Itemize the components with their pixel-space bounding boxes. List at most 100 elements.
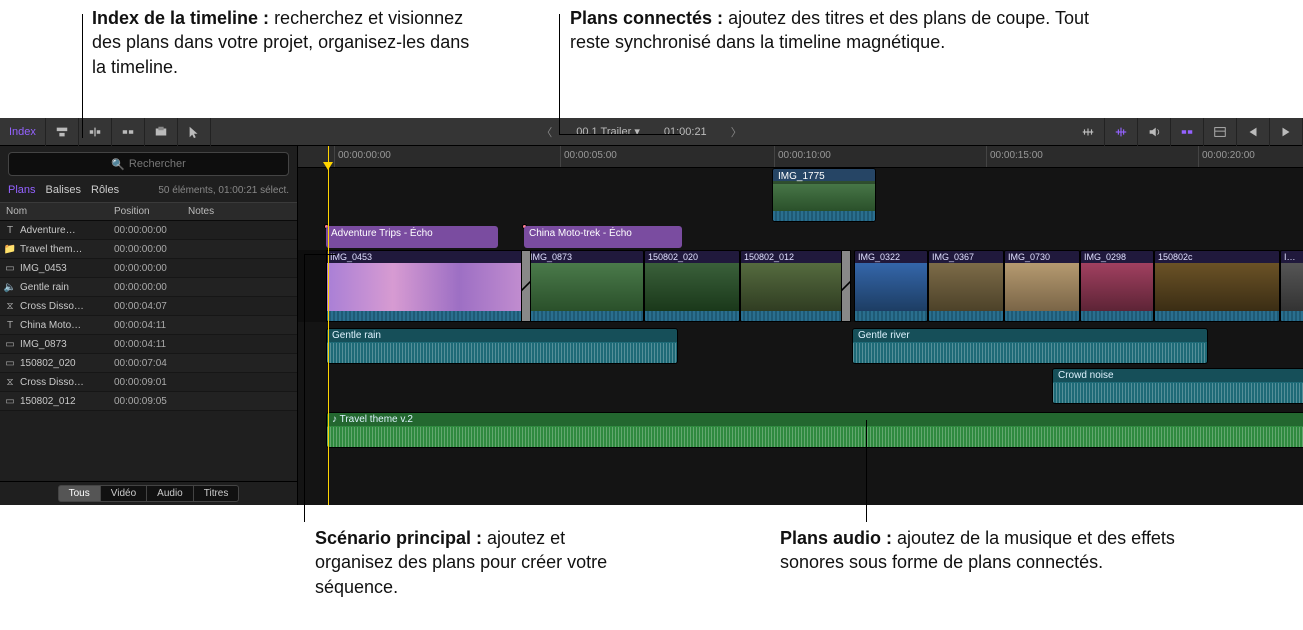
row-type-icon: 📁 [0, 244, 20, 255]
cross-dissolve[interactable] [841, 250, 851, 322]
tab-roles[interactable]: Rôles [91, 184, 119, 196]
primary-clip[interactable]: IMG_0322 [854, 250, 928, 322]
table-row[interactable]: ⧖Cross Disso…00:00:09:01 [0, 373, 297, 392]
clip-label: IMG_1775 [773, 169, 875, 184]
row-position: 00:00:07:04 [108, 358, 182, 369]
callout-connected-clips: Plans connectés : ajoutez des titres et … [570, 6, 1110, 55]
clip-thumbnail [741, 263, 843, 311]
timeline-body[interactable]: IMG_1775 Adventure Trips - Écho China Mot… [298, 168, 1303, 505]
table-row[interactable]: TAdventure…00:00:00:00 [0, 221, 297, 240]
row-position: 00:00:00:00 [108, 225, 182, 236]
primary-clip[interactable]: IMG_0453 [326, 250, 526, 322]
project-title[interactable]: 00.1 Trailer ▾ [576, 125, 640, 138]
insert-clip-icon[interactable] [79, 118, 112, 146]
col-header-position[interactable]: Position [108, 203, 182, 220]
table-row[interactable]: ⧖Cross Disso…00:00:04:07 [0, 297, 297, 316]
prev-edit-icon[interactable]: 〈 [541, 124, 552, 140]
clip-label: ♪ Travel theme v.2 [327, 413, 1303, 426]
clip-thumbnail [1081, 263, 1153, 311]
ruler-tick: 00:00:00:00 [338, 150, 391, 161]
callout-audio-plans: Plans audio : ajoutez de la musique et d… [780, 526, 1200, 575]
playhead[interactable] [328, 168, 329, 505]
row-position: 00:00:00:00 [108, 263, 182, 274]
connected-video-clip[interactable]: IMG_1775 [772, 168, 876, 222]
ruler-tick: 00:00:20:00 [1202, 150, 1255, 161]
playhead-marker[interactable] [328, 146, 329, 168]
tab-plans[interactable]: Plans [8, 184, 36, 196]
primary-clip[interactable]: IMG_0873 [526, 250, 644, 322]
row-type-icon: ⧖ [0, 377, 20, 388]
skimming-icon[interactable] [1072, 118, 1105, 146]
clip-appearance-icon[interactable] [1204, 118, 1237, 146]
next-edit-icon[interactable]: 〉 [731, 124, 742, 140]
snapping-icon[interactable] [1171, 118, 1204, 146]
table-row[interactable]: ▭IMG_045300:00:00:00 [0, 259, 297, 278]
audio-clip[interactable]: ♪ Travel theme v.2 [326, 412, 1303, 448]
solo-icon[interactable] [1138, 118, 1171, 146]
ruler-tick: 00:00:10:00 [778, 150, 831, 161]
col-header-name[interactable]: Nom [0, 203, 108, 220]
primary-clip[interactable]: 150802_012 [740, 250, 844, 322]
table-row[interactable]: 📁Travel them…00:00:00:00 [0, 240, 297, 259]
col-header-notes[interactable]: Notes [182, 203, 297, 220]
table-row[interactable]: 🔈Gentle rain00:00:00:00 [0, 278, 297, 297]
connect-above-icon[interactable] [46, 118, 79, 146]
index-button[interactable]: Index [0, 118, 46, 146]
table-row[interactable]: ▭150802_02000:00:07:04 [0, 354, 297, 373]
timeline-area[interactable]: 00:00:00:0000:00:05:0000:00:10:0000:00:1… [298, 146, 1303, 505]
table-row[interactable]: ▭IMG_087300:00:04:11 [0, 335, 297, 354]
clip-waveform [1281, 311, 1303, 321]
select-tool-icon[interactable] [178, 118, 211, 146]
cross-dissolve[interactable] [521, 250, 531, 322]
row-position: 00:00:09:05 [108, 396, 182, 407]
toolbar: Index 〈 00.1 Trailer ▾ 01:00:21 〉 [0, 118, 1303, 146]
audio-clip[interactable]: Gentle rain [326, 328, 678, 364]
audio-clip[interactable]: Gentle river [852, 328, 1208, 364]
audio-clip[interactable]: Crowd noise [1052, 368, 1303, 404]
trim-end-icon[interactable] [1270, 118, 1303, 146]
overwrite-clip-icon[interactable] [145, 118, 178, 146]
table-row[interactable]: ▭150802_01200:00:09:05 [0, 392, 297, 411]
filter-titles[interactable]: Titres [194, 485, 240, 502]
pointer-line [866, 420, 867, 522]
primary-clip[interactable]: IMG_0367 [928, 250, 1004, 322]
clip-thumbnail [1155, 263, 1279, 311]
clip-label: 150802c [1155, 251, 1279, 263]
append-clip-icon[interactable] [112, 118, 145, 146]
row-name: 150802_012 [20, 396, 108, 407]
row-type-icon: ▭ [0, 263, 20, 274]
row-name: Cross Disso… [20, 301, 108, 312]
trim-start-icon[interactable] [1237, 118, 1270, 146]
primary-clip[interactable]: IMG_0730 [1004, 250, 1080, 322]
cross-dissolve-icon [842, 251, 850, 321]
clip-waveform [327, 311, 525, 321]
primary-clip[interactable]: 150802c [1154, 250, 1280, 322]
clip-waveform [853, 343, 1207, 363]
row-name: IMG_0873 [20, 339, 108, 350]
row-name: Travel them… [20, 244, 108, 255]
title-clip[interactable]: China Moto-trek - Écho [524, 226, 682, 248]
search-input[interactable]: 🔍 Rechercher [8, 152, 289, 176]
filter-video[interactable]: Vidéo [101, 485, 147, 502]
clip-label: Adventure Trips - Écho [326, 226, 498, 241]
ruler-tick: 00:00:15:00 [990, 150, 1043, 161]
primary-storyline[interactable]: IMG_0453IMG_0873150802_020150802_012IMG_… [298, 250, 1303, 322]
clip-thumbnail [773, 181, 875, 211]
title-clip[interactable]: Adventure Trips - Écho [326, 226, 498, 248]
timeline-ruler[interactable]: 00:00:00:0000:00:05:0000:00:10:0000:00:1… [298, 146, 1303, 168]
audio-skimming-icon[interactable] [1105, 118, 1138, 146]
row-name: Cross Disso… [20, 377, 108, 388]
table-row[interactable]: TChina Moto…00:00:04:11 [0, 316, 297, 335]
index-header: Nom Position Notes [0, 202, 297, 221]
filter-audio[interactable]: Audio [147, 485, 194, 502]
row-name: Adventure… [20, 225, 108, 236]
clip-thumbnail [645, 263, 739, 311]
primary-clip[interactable]: IMG_0298 [1080, 250, 1154, 322]
clip-thumbnail [855, 263, 927, 311]
clip-thumbnail [527, 263, 643, 311]
clip-waveform [1005, 311, 1079, 321]
tab-balises[interactable]: Balises [46, 184, 81, 196]
filter-all[interactable]: Tous [58, 485, 101, 502]
primary-clip[interactable]: I… [1280, 250, 1303, 322]
primary-clip[interactable]: 150802_020 [644, 250, 740, 322]
